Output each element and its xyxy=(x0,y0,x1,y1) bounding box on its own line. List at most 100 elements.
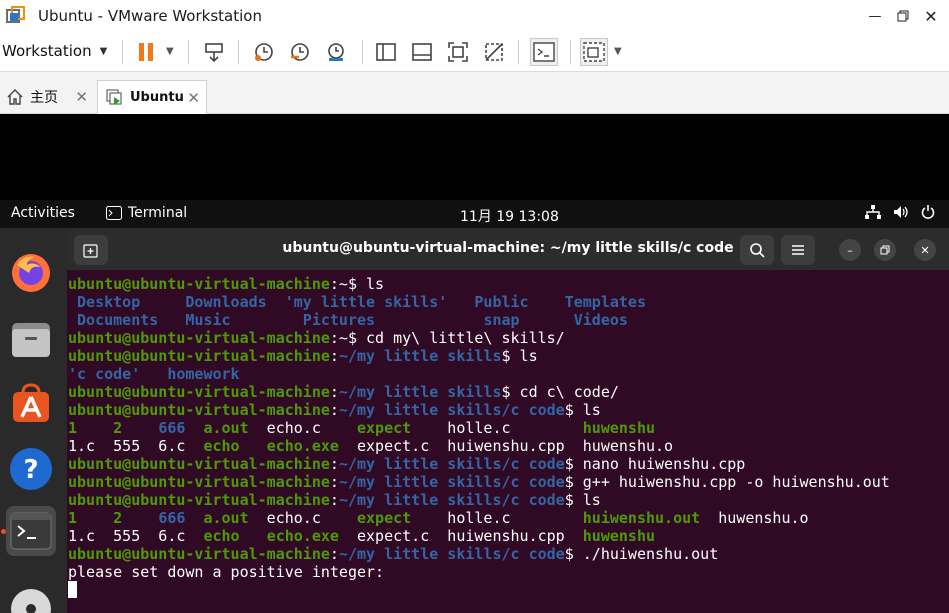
terminal-text-user: ubuntu@ubuntu-virtual-machine xyxy=(68,473,330,491)
maximize-terminal-button[interactable] xyxy=(874,239,896,261)
thumbnail-bar-button[interactable] xyxy=(408,38,436,66)
window-titlebar: Ubuntu - VMware Workstation — ✕ xyxy=(0,0,949,32)
close-terminal-button[interactable]: ✕ xyxy=(914,239,936,261)
terminal-text-dir: snap xyxy=(483,311,520,329)
terminal-text-plain: : xyxy=(329,455,339,473)
terminal-text-exe: echo xyxy=(203,527,240,545)
terminal-text-plain: expect.c huiwenshu.cpp xyxy=(338,527,583,545)
terminal-text-plain: echo.c xyxy=(248,419,357,437)
power-menu-chevron-icon[interactable]: ▼ xyxy=(166,46,174,57)
terminal-text-plain: : xyxy=(329,383,339,401)
dock-files[interactable] xyxy=(6,314,56,364)
terminal-text-dir: 666 xyxy=(158,509,186,527)
terminal-text-exe: 1 xyxy=(68,419,78,437)
activities-button[interactable]: Activities xyxy=(11,205,75,221)
terminal-line: ubuntu@ubuntu-virtual-machine:~$ ls xyxy=(68,275,948,293)
terminal-text-exe: a.out xyxy=(203,419,249,437)
terminal-text-plain: $ g++ huiwenshu.cpp -o huiwenshu.out xyxy=(564,473,890,491)
volume-icon xyxy=(894,206,908,218)
terminal-text-plain xyxy=(77,509,113,527)
terminal-text-user: ubuntu@ubuntu-virtual-machine xyxy=(68,455,330,473)
close-icon: ✕ xyxy=(924,6,938,26)
stretch-view-button[interactable] xyxy=(580,38,608,66)
terminal-text-plain: huwenshu.o xyxy=(700,509,809,527)
take-snapshot-button[interactable] xyxy=(250,38,278,66)
terminal-line: Documents Music Pictures snap Videos xyxy=(68,311,948,329)
terminal-text-plain: $ ls xyxy=(501,347,538,365)
terminal-text-plain xyxy=(140,365,167,383)
terminal-text-plain: : xyxy=(329,545,339,563)
tab-home[interactable]: 主页 ✕ xyxy=(0,80,92,114)
workstation-menu[interactable]: Workstation ▼ xyxy=(2,42,107,60)
hamburger-menu-button[interactable] xyxy=(781,235,815,265)
terminal-text-user: ubuntu@ubuntu-virtual-machine xyxy=(68,383,330,401)
snapshot-manager-icon xyxy=(328,43,344,61)
terminal-text-plain: : xyxy=(329,347,339,365)
terminal-text-plain xyxy=(185,509,203,527)
dock-disc[interactable] xyxy=(6,584,56,613)
show-library-button[interactable] xyxy=(372,38,400,66)
minimize-icon: – xyxy=(847,243,853,257)
terminal-text-plain xyxy=(375,311,483,329)
search-button[interactable] xyxy=(740,235,774,265)
svg-text:?: ? xyxy=(23,455,38,485)
terminal-text-plain: : xyxy=(329,491,339,509)
close-icon[interactable]: ✕ xyxy=(75,88,88,106)
terminal-line: 1 2 666 a.out echo.c expect holle.c huiw… xyxy=(68,509,948,527)
terminal-text-plain xyxy=(447,293,474,311)
terminal-window[interactable]: ubuntu@ubuntu-virtual-machine: ~/my litt… xyxy=(67,228,949,613)
revert-clock-icon xyxy=(291,43,309,61)
terminal-text-exe: 2 xyxy=(113,509,123,527)
snapshot-manager-button[interactable] xyxy=(322,38,350,66)
firefox-icon xyxy=(12,254,50,292)
terminal-text-dir: Desktop xyxy=(68,293,177,311)
tab-ubuntu[interactable]: Ubuntu ✕ xyxy=(97,80,207,114)
send-ctrl-alt-del-button[interactable] xyxy=(200,38,228,66)
terminal-text-plain xyxy=(240,527,267,545)
console-view-button[interactable] xyxy=(530,38,558,66)
terminal-text-user: ubuntu@ubuntu-virtual-machine xyxy=(68,491,330,509)
sidebar-layout-icon xyxy=(376,43,396,61)
terminal-line: 1.c 555 6.c echo echo.exe expect.c huiwe… xyxy=(68,437,948,455)
revert-snapshot-button[interactable] xyxy=(286,38,314,66)
hamburger-menu-icon xyxy=(792,245,804,255)
system-tray[interactable] xyxy=(865,205,935,219)
dock-software[interactable] xyxy=(6,378,56,428)
terminal-text-exe: echo.exe xyxy=(266,437,339,455)
snapshot-clock-icon xyxy=(255,43,273,61)
minimize-button[interactable]: — xyxy=(860,4,890,28)
terminal-input-line[interactable] xyxy=(68,581,948,599)
view-menu-chevron-icon[interactable]: ▼ xyxy=(614,46,622,57)
terminal-text-user: ubuntu@ubuntu-virtual-machine xyxy=(68,545,330,563)
restore-button[interactable] xyxy=(888,4,918,28)
clock[interactable]: 11月 19 13:08 xyxy=(460,206,559,226)
terminal-text-plain: : xyxy=(329,401,339,419)
app-menu-terminal[interactable]: Terminal xyxy=(106,205,187,221)
minimize-icon: — xyxy=(868,8,882,24)
terminal-text-plain: :~$ ls xyxy=(329,275,385,293)
terminal-text-plain: :~$ cd my\ little\ skills/ xyxy=(329,329,565,347)
suspend-button[interactable] xyxy=(132,38,160,66)
toolbar-divider xyxy=(518,40,519,64)
terminal-output[interactable]: ubuntu@ubuntu-virtual-machine:~$ ls Desk… xyxy=(68,275,948,599)
bottom-panel-icon xyxy=(412,43,432,61)
network-send-icon xyxy=(205,43,223,63)
pause-icon xyxy=(139,43,153,61)
terminal-title: ubuntu@ubuntu-virtual-machine: ~/my litt… xyxy=(282,240,734,256)
console-icon xyxy=(533,42,555,62)
help-icon: ? xyxy=(10,448,52,490)
minimize-terminal-button[interactable]: – xyxy=(839,239,861,261)
disc-icon xyxy=(11,589,51,613)
dock-terminal[interactable] xyxy=(6,506,56,556)
terminal-text-exe: 1 xyxy=(68,509,78,527)
close-window-button[interactable]: ✕ xyxy=(916,4,946,28)
terminal-text-plain: echo.c xyxy=(248,509,357,527)
close-icon[interactable]: ✕ xyxy=(187,89,200,107)
unity-mode-button[interactable] xyxy=(480,38,508,66)
terminal-app-icon xyxy=(10,512,52,550)
toolbar-divider xyxy=(122,40,123,64)
full-screen-button[interactable] xyxy=(444,38,472,66)
terminal-text-exe: a.out xyxy=(203,509,249,527)
dock-help[interactable]: ? xyxy=(6,444,56,494)
dock-firefox[interactable] xyxy=(6,248,56,298)
